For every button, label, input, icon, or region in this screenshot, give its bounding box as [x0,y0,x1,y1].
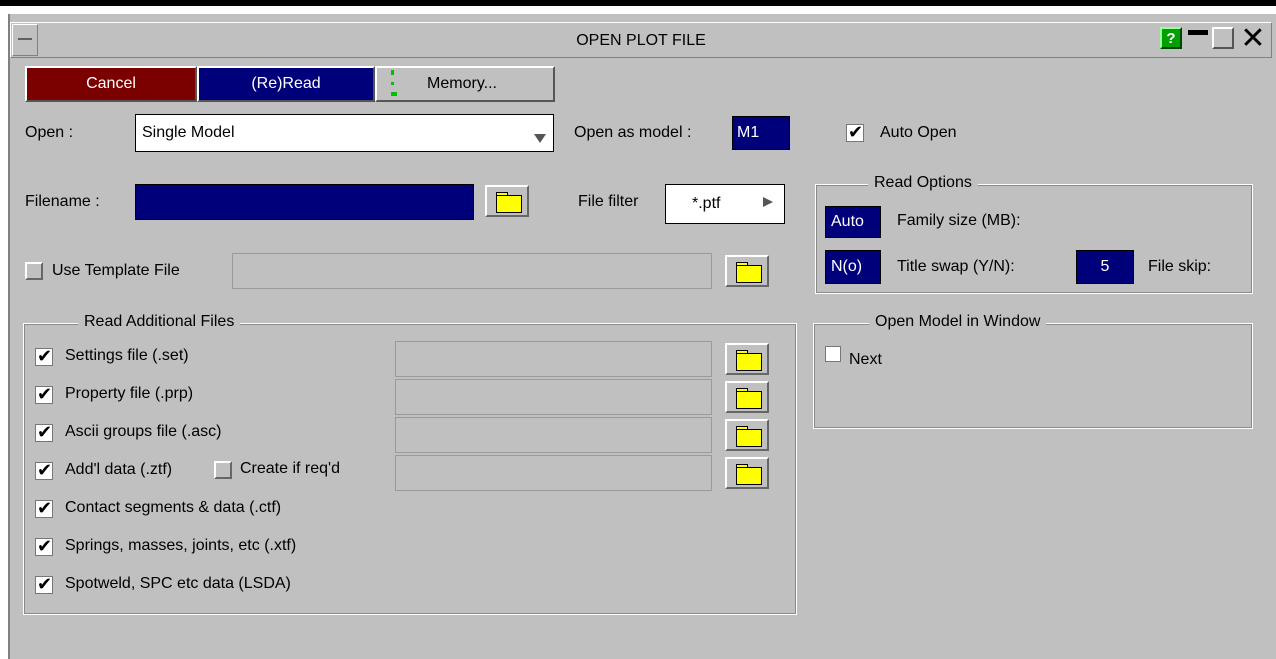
property-file-input[interactable] [395,379,712,415]
property-file-checkbox[interactable] [35,384,53,405]
file-filter-select[interactable]: *.ptf [665,184,785,224]
folder-icon [736,429,762,447]
minimize-button[interactable] [1186,27,1210,49]
filename-browse-button[interactable] [485,185,529,217]
folder-icon [736,353,762,371]
settings-file-input[interactable] [395,341,712,377]
auto-open-label: Auto Open [880,124,957,141]
open-mode-select[interactable]: Single Model [135,114,554,152]
read-additional-files-title: Read Additional Files [78,313,241,331]
use-template-label: Use Template File [52,262,180,279]
create-if-reqd-checkbox[interactable] [214,461,232,479]
dropdown-arrow-icon [534,134,546,143]
title-swap-label: Title swap (Y/N): [897,258,1015,275]
maximize-button[interactable] [1212,27,1234,49]
use-template-checkbox[interactable] [25,262,43,280]
springs-masses-file-checkbox[interactable] [35,536,53,557]
settings-browse-button[interactable] [725,343,769,375]
read-options-title: Read Options [868,174,978,192]
memory-icon [391,70,397,96]
close-button[interactable]: ✕ [1238,21,1268,56]
help-icon: ? [1166,29,1176,47]
family-size-field[interactable]: Auto [825,206,881,238]
family-size-label: Family size (MB): [897,212,1021,229]
cancel-button[interactable]: Cancel [25,66,197,102]
contact-segments-file-checkbox[interactable] [35,498,53,519]
settings-file-label: Settings file (.set) [65,347,189,364]
open-model-window-title: Open Model in Window [869,313,1047,331]
ascii-groups-file-label: Ascii groups file (.asc) [65,423,222,440]
window-title: OPEN PLOT FILE [576,32,706,49]
open-label: Open : [25,124,74,141]
open-as-model-field[interactable]: M1 [732,116,790,150]
filename-input[interactable] [135,184,474,220]
property-browse-button[interactable] [725,381,769,413]
file-filter-label: File filter [578,193,639,210]
screen-top-border [0,0,1276,6]
reread-button[interactable]: (Re)Read [197,66,375,102]
spotweld-lsda-file-label: Spotweld, SPC etc data (LSDA) [65,575,291,592]
ascii-groups-file-input[interactable] [395,417,712,453]
ascii-groups-browse-button[interactable] [725,419,769,451]
addl-data-browse-button[interactable] [725,457,769,489]
open-as-model-label: Open as model : [574,124,692,141]
system-menu-icon[interactable] [12,24,38,56]
maximize-icon [1214,29,1232,47]
auto-open-checkbox[interactable] [846,122,864,143]
folder-icon [736,265,762,283]
file-skip-label: File skip: [1148,258,1212,275]
folder-icon [736,467,762,485]
addl-data-file-label: Add'l data (.ztf) [65,461,173,478]
file-skip-field[interactable]: 5 [1076,250,1134,284]
close-icon: ✕ [1240,21,1266,56]
memory-button[interactable]: Memory... [375,66,555,102]
property-file-label: Property file (.prp) [65,385,194,402]
minimize-icon [1188,30,1208,35]
open-mode-value: Single Model [142,124,235,141]
filename-label: Filename : [25,193,100,210]
next-window-label: Next [849,351,882,368]
title-swap-field[interactable]: N(o) [825,250,881,284]
ascii-groups-file-checkbox[interactable] [35,422,53,443]
help-button[interactable]: ? [1160,27,1182,49]
settings-file-checkbox[interactable] [35,346,53,367]
addl-data-file-checkbox[interactable] [35,460,53,481]
open-model-window-group [813,323,1253,429]
template-file-input[interactable] [232,253,712,289]
spotweld-lsda-file-checkbox[interactable] [35,574,53,595]
addl-data-file-input[interactable] [395,455,712,491]
springs-masses-file-label: Springs, masses, joints, etc (.xtf) [65,537,297,554]
next-window-checkbox[interactable] [825,346,841,362]
create-if-reqd-label: Create if req'd [240,460,340,477]
contact-segments-file-label: Contact segments & data (.ctf) [65,499,282,516]
folder-icon [736,391,762,409]
flag-arrow-icon [763,197,773,207]
title-bar[interactable]: OPEN PLOT FILE [10,22,1272,58]
folder-icon [496,195,522,213]
template-browse-button[interactable] [725,255,769,287]
